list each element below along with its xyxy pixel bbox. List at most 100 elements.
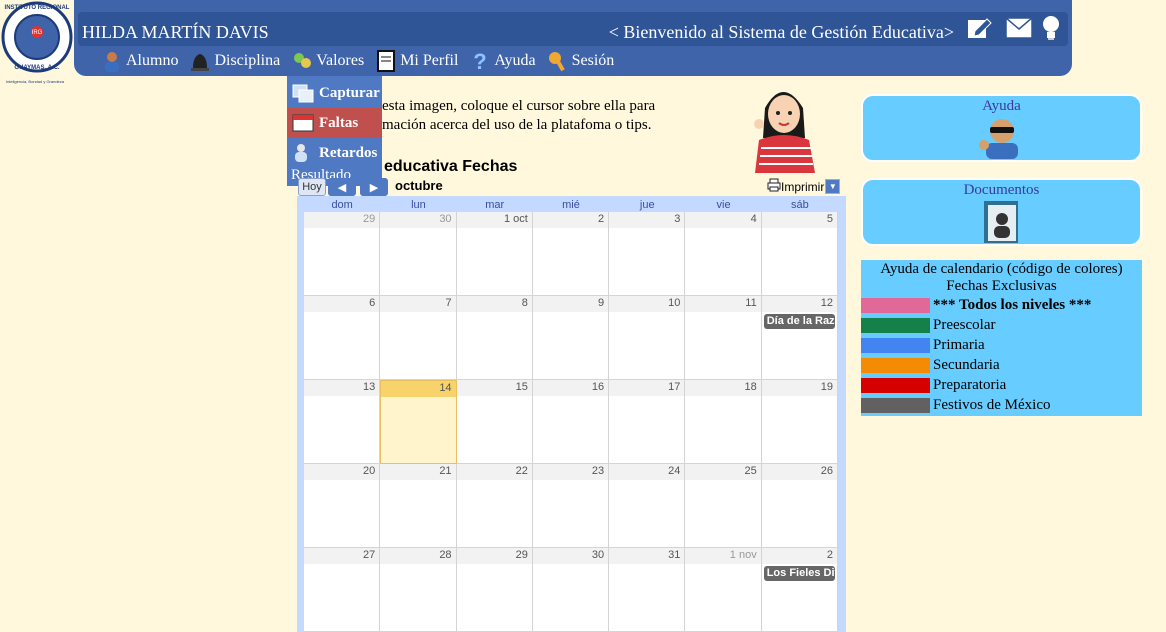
nav-disciplina[interactable]: Disciplina [188, 48, 280, 74]
calendar-day-cell[interactable]: 3 [609, 212, 686, 296]
calendar-day-cell[interactable]: 10 [609, 296, 686, 380]
day-number-bar [304, 296, 380, 312]
legend-row-festivos: Festivos de México [861, 395, 1142, 415]
calendar-day-cell[interactable]: 6 [304, 296, 381, 380]
legend-label: Secundaria [933, 356, 1000, 373]
weekday-header: dom lun mar mié jue vie sáb [304, 199, 838, 212]
legend-swatch [861, 397, 930, 413]
calendar-day-cell[interactable]: 29 [304, 212, 381, 296]
calendar-day-cell[interactable]: 8 [456, 296, 533, 380]
dropdown-faltas[interactable]: Faltas [287, 108, 382, 138]
logo-badge: IRG [32, 30, 43, 36]
calendar: dom lun mar mié jue vie sáb 29 30 1 oct 2 3 4 5 6 7 8 9 1… [297, 196, 846, 632]
legend-row-preescolar: Preescolar [861, 315, 1142, 335]
calendar-day-cell[interactable]: 12 Día de la Raza [761, 296, 838, 380]
calendar-day-cell[interactable]: 14 [380, 380, 457, 464]
calendar-day-cell[interactable]: 4 [685, 212, 762, 296]
calendar-day-cell[interactable]: 16 [532, 380, 610, 464]
dropdown-capturar[interactable]: Capturar [287, 78, 382, 108]
day-number: 15 [515, 381, 528, 393]
day-number: 18 [744, 381, 757, 393]
day-number: 5 [826, 213, 833, 225]
calendar-day-cell[interactable]: 2 [532, 212, 610, 296]
day-number: 24 [668, 465, 681, 477]
weekday-label: vie [716, 199, 731, 211]
day-number: 21 [439, 465, 452, 477]
legend-swatch [861, 337, 930, 353]
day-number: 30 [439, 213, 452, 225]
calendar-day-cell[interactable]: 29 [456, 548, 533, 632]
today-button[interactable]: Hoy [298, 178, 326, 196]
day-number: 23 [591, 465, 605, 477]
calendar-day-cell[interactable]: 25 [685, 464, 762, 548]
day-number: 12 [820, 297, 833, 309]
calendar-day-cell[interactable]: 18 [685, 380, 762, 464]
calendar-day-cell[interactable]: 7 [380, 296, 457, 380]
calendar-day-cell[interactable]: 30 [380, 212, 457, 296]
assistant-avatar[interactable] [745, 78, 820, 173]
calendar-day-cell[interactable]: 17 [609, 380, 686, 464]
calendar-day-cell[interactable]: 23 [532, 464, 610, 548]
day-number: 20 [363, 465, 376, 477]
printer-icon [767, 178, 781, 195]
calendar-event[interactable]: Los Fieles Difuntos [763, 566, 835, 581]
day-number-bar [532, 296, 609, 312]
calendar-day-cell[interactable]: 26 [761, 464, 838, 548]
nav-ayuda[interactable]: ? Ayuda [468, 48, 536, 74]
day-number: 6 [369, 297, 376, 309]
day-number: 10 [668, 297, 681, 309]
calendar-day-cell[interactable]: 27 [304, 548, 381, 632]
calendar-grid: 29 30 1 oct 2 3 4 5 6 7 8 9 10 11 12 Día de la Raza 13 1… [304, 212, 838, 632]
lightbulb-icon[interactable] [1036, 13, 1066, 43]
next-month-button[interactable]: ▶ [360, 178, 388, 196]
day-number: 27 [363, 549, 376, 561]
bell-icon [188, 49, 212, 73]
values-icon [290, 49, 314, 73]
calendar-day-cell[interactable]: 15 [456, 380, 533, 464]
day-number: 1 oct [503, 213, 528, 225]
nav-sesion[interactable]: Sesión [546, 48, 614, 74]
calendar-day-cell[interactable]: 19 [761, 380, 838, 464]
calendar-day-cell[interactable]: 21 [380, 464, 457, 548]
prev-month-button[interactable]: ◀ [328, 178, 356, 196]
print-button[interactable]: Imprimir ▼ [767, 178, 841, 195]
day-number: 9 [598, 297, 605, 309]
weekday-label: lun [411, 199, 426, 211]
calendar-day-cell[interactable]: 30 [532, 548, 610, 632]
calendar-day-cell[interactable]: 20 [304, 464, 381, 548]
calendar-legend: Ayuda de calendario (código de colores) … [861, 260, 1142, 416]
mail-icon[interactable] [1004, 13, 1034, 43]
calendar-day-cell[interactable]: 11 [685, 296, 762, 380]
nav-disciplina-label: Disciplina [214, 52, 281, 69]
day-number: 29 [363, 213, 376, 225]
calendar-event[interactable]: Día de la Raza [763, 314, 835, 329]
school-logo: IRG INSTITUTO REGIONAL GUAYMAS, A.C. Int… [0, 0, 74, 88]
capture-icon [291, 81, 315, 105]
documentos-panel[interactable]: Documentos [861, 178, 1142, 246]
nav-alumno[interactable]: Alumno [100, 48, 178, 74]
calendar-day-cell[interactable]: 31 [609, 548, 686, 632]
calendar-day-cell[interactable]: 13 [304, 380, 381, 464]
legend-row-preparatoria: Preparatoria [861, 375, 1142, 395]
calendar-day-cell[interactable]: 9 [532, 296, 610, 380]
legend-title: Ayuda de calendario (código de colores) [880, 261, 1123, 277]
legend-label: Preparatoria [933, 376, 1007, 393]
print-dropdown-icon[interactable]: ▼ [825, 179, 841, 194]
ayuda-panel[interactable]: Ayuda [861, 94, 1142, 162]
nav-mi-perfil[interactable]: Mi Perfil [374, 48, 458, 74]
day-number: 22 [515, 465, 528, 477]
calendar-day-cell[interactable]: 1 oct [456, 212, 533, 296]
calendar-day-cell[interactable]: 24 [609, 464, 686, 548]
calendar-day-cell[interactable]: 28 [380, 548, 457, 632]
day-number: 4 [750, 213, 757, 225]
calendar-day-cell[interactable]: 2 Los Fieles Difuntos [761, 548, 838, 632]
valores-dropdown: Capturar Faltas Retardos Resultado [287, 76, 382, 186]
nav-valores[interactable]: Valores [290, 48, 364, 74]
edit-icon[interactable] [964, 13, 994, 43]
logo-city: GUAYMAS, A.C. [14, 65, 60, 71]
calendar-day-cell[interactable]: 22 [456, 464, 533, 548]
day-number: 16 [591, 381, 605, 393]
calendar-day-cell[interactable]: 1 nov [685, 548, 762, 632]
day-number-bar [609, 212, 685, 228]
calendar-day-cell[interactable]: 5 [761, 212, 838, 296]
